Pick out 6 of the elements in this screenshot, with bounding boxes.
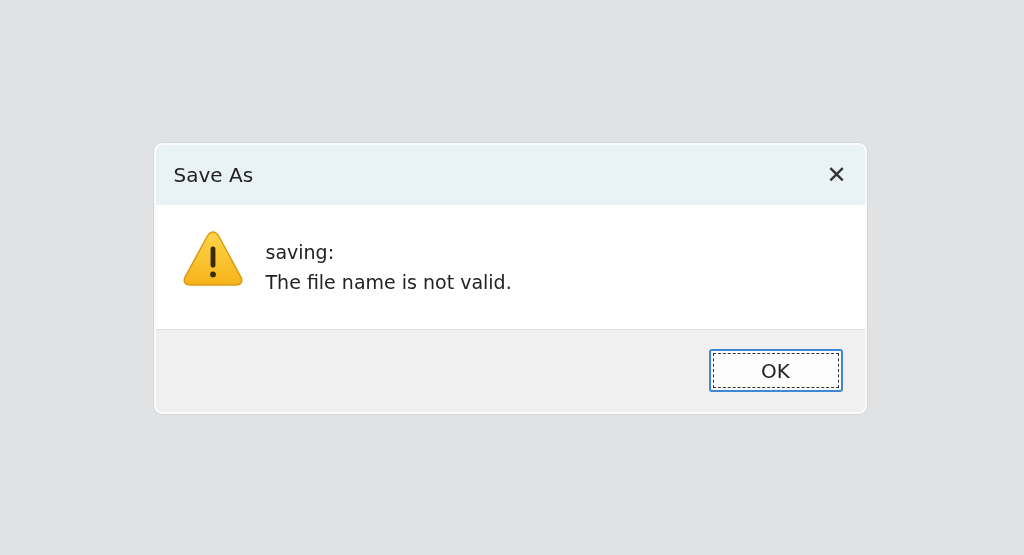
- window-title: Save As: [173, 163, 254, 187]
- ok-button[interactable]: OK: [708, 349, 843, 392]
- message-text: The file name is not valid.: [265, 270, 512, 295]
- warning-icon: [181, 229, 244, 287]
- message-text: saving:: [265, 240, 336, 265]
- close-button[interactable]: ✕: [816, 157, 857, 193]
